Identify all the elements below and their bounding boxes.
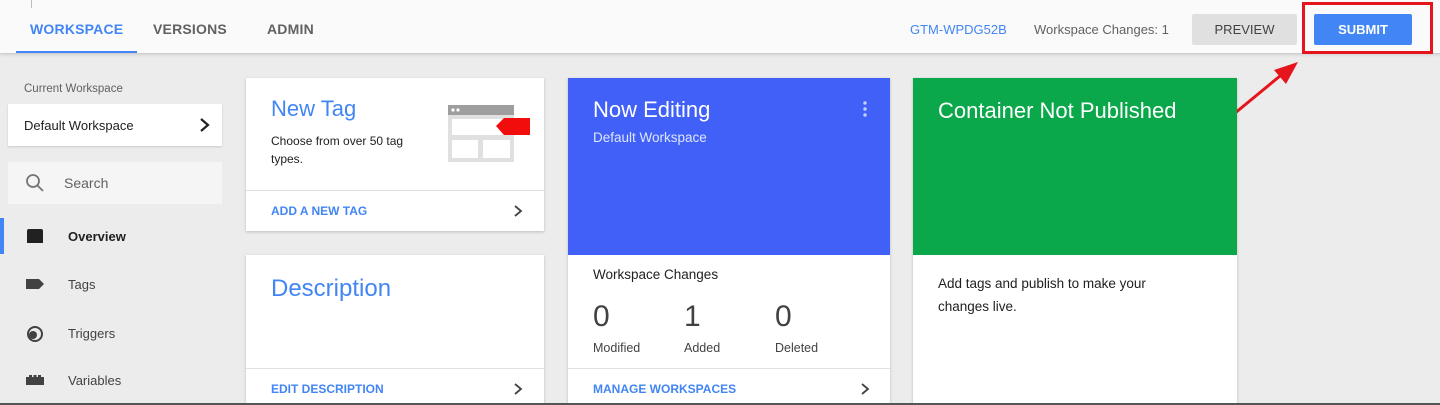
modified-label: Modified [593, 341, 641, 355]
deleted-label: Deleted [775, 341, 819, 355]
chevron-right-icon[interactable] [513, 382, 523, 396]
container-id-link[interactable]: GTM-WPDG52B [910, 22, 1007, 37]
search-input[interactable]: Search [64, 175, 108, 191]
not-published-header: Container Not Published [913, 78, 1237, 255]
divider [568, 368, 890, 369]
overview-icon [27, 229, 43, 243]
sidebar-item-triggers[interactable]: Triggers [0, 313, 230, 353]
description-title: Description [271, 275, 392, 302]
tag-icon [26, 279, 44, 289]
not-published-message: Add tags and publish to make your change… [938, 276, 1146, 314]
divider [246, 190, 544, 191]
tab-admin[interactable]: ADMIN [267, 0, 314, 54]
tab-workspace[interactable]: WORKSPACE [15, 0, 138, 54]
now-editing-header: Now Editing Default Workspace [568, 78, 890, 255]
not-published-title: Container Not Published [938, 98, 1177, 123]
deleted-count: 0 [775, 300, 792, 333]
container-not-published-card: Container Not Published Add tags and pub… [913, 78, 1237, 405]
new-tag-card: New Tag Choose from over 50 tag types. A… [246, 78, 544, 231]
search-icon [26, 174, 44, 192]
workspace-selector[interactable]: Default Workspace [8, 104, 222, 146]
manage-workspaces-link[interactable]: MANAGE WORKSPACES [593, 382, 736, 396]
sidebar-item-label: Variables [68, 373, 122, 388]
now-editing-workspace: Default Workspace [593, 130, 707, 145]
sidebar-item-overview[interactable]: Overview [0, 216, 230, 256]
chevron-right-icon[interactable] [860, 382, 870, 396]
sidebar-item-label: Overview [68, 229, 126, 244]
sidebar-item-variables[interactable]: Variables [0, 360, 230, 400]
submit-button[interactable]: SUBMIT [1314, 14, 1412, 45]
sidebar-item-label: Tags [68, 277, 96, 292]
workspace-changes-count: Workspace Changes: 1 [1034, 22, 1169, 37]
trigger-icon [27, 326, 43, 342]
chevron-right-icon[interactable] [513, 204, 523, 218]
tab-versions[interactable]: VERSIONS [153, 0, 227, 54]
chevron-right-icon [200, 118, 210, 132]
added-count: 1 [684, 300, 701, 333]
workspace-name: Default Workspace [24, 118, 134, 133]
more-vert-icon[interactable] [862, 100, 868, 118]
workspace-changes-heading: Workspace Changes [593, 267, 719, 282]
current-workspace-label: Current Workspace [24, 83, 123, 95]
tag-illustration-icon [448, 105, 530, 162]
edit-description-link[interactable]: EDIT DESCRIPTION [271, 382, 384, 396]
top-navigation-bar: WORKSPACE VERSIONS ADMIN GTM-WPDG52B Wor… [0, 0, 1440, 54]
added-label: Added [684, 341, 721, 355]
now-editing-title: Now Editing [593, 97, 711, 122]
now-editing-card: Now Editing Default Workspace Workspace … [568, 78, 890, 405]
sidebar-item-label: Triggers [68, 326, 116, 341]
new-tag-description: Choose from over 50 tag types. [271, 134, 404, 166]
add-new-tag-link[interactable]: ADD A NEW TAG [271, 204, 367, 218]
description-card: Description EDIT DESCRIPTION [246, 255, 544, 405]
preview-button[interactable]: PREVIEW [1192, 14, 1297, 45]
new-tag-title: New Tag [271, 96, 357, 121]
modified-count: 0 [593, 300, 610, 333]
divider [246, 368, 544, 369]
sidebar-item-tags[interactable]: Tags [0, 264, 230, 304]
variables-icon [26, 375, 44, 385]
search-box[interactable]: Search [8, 162, 222, 204]
active-indicator [0, 218, 4, 254]
